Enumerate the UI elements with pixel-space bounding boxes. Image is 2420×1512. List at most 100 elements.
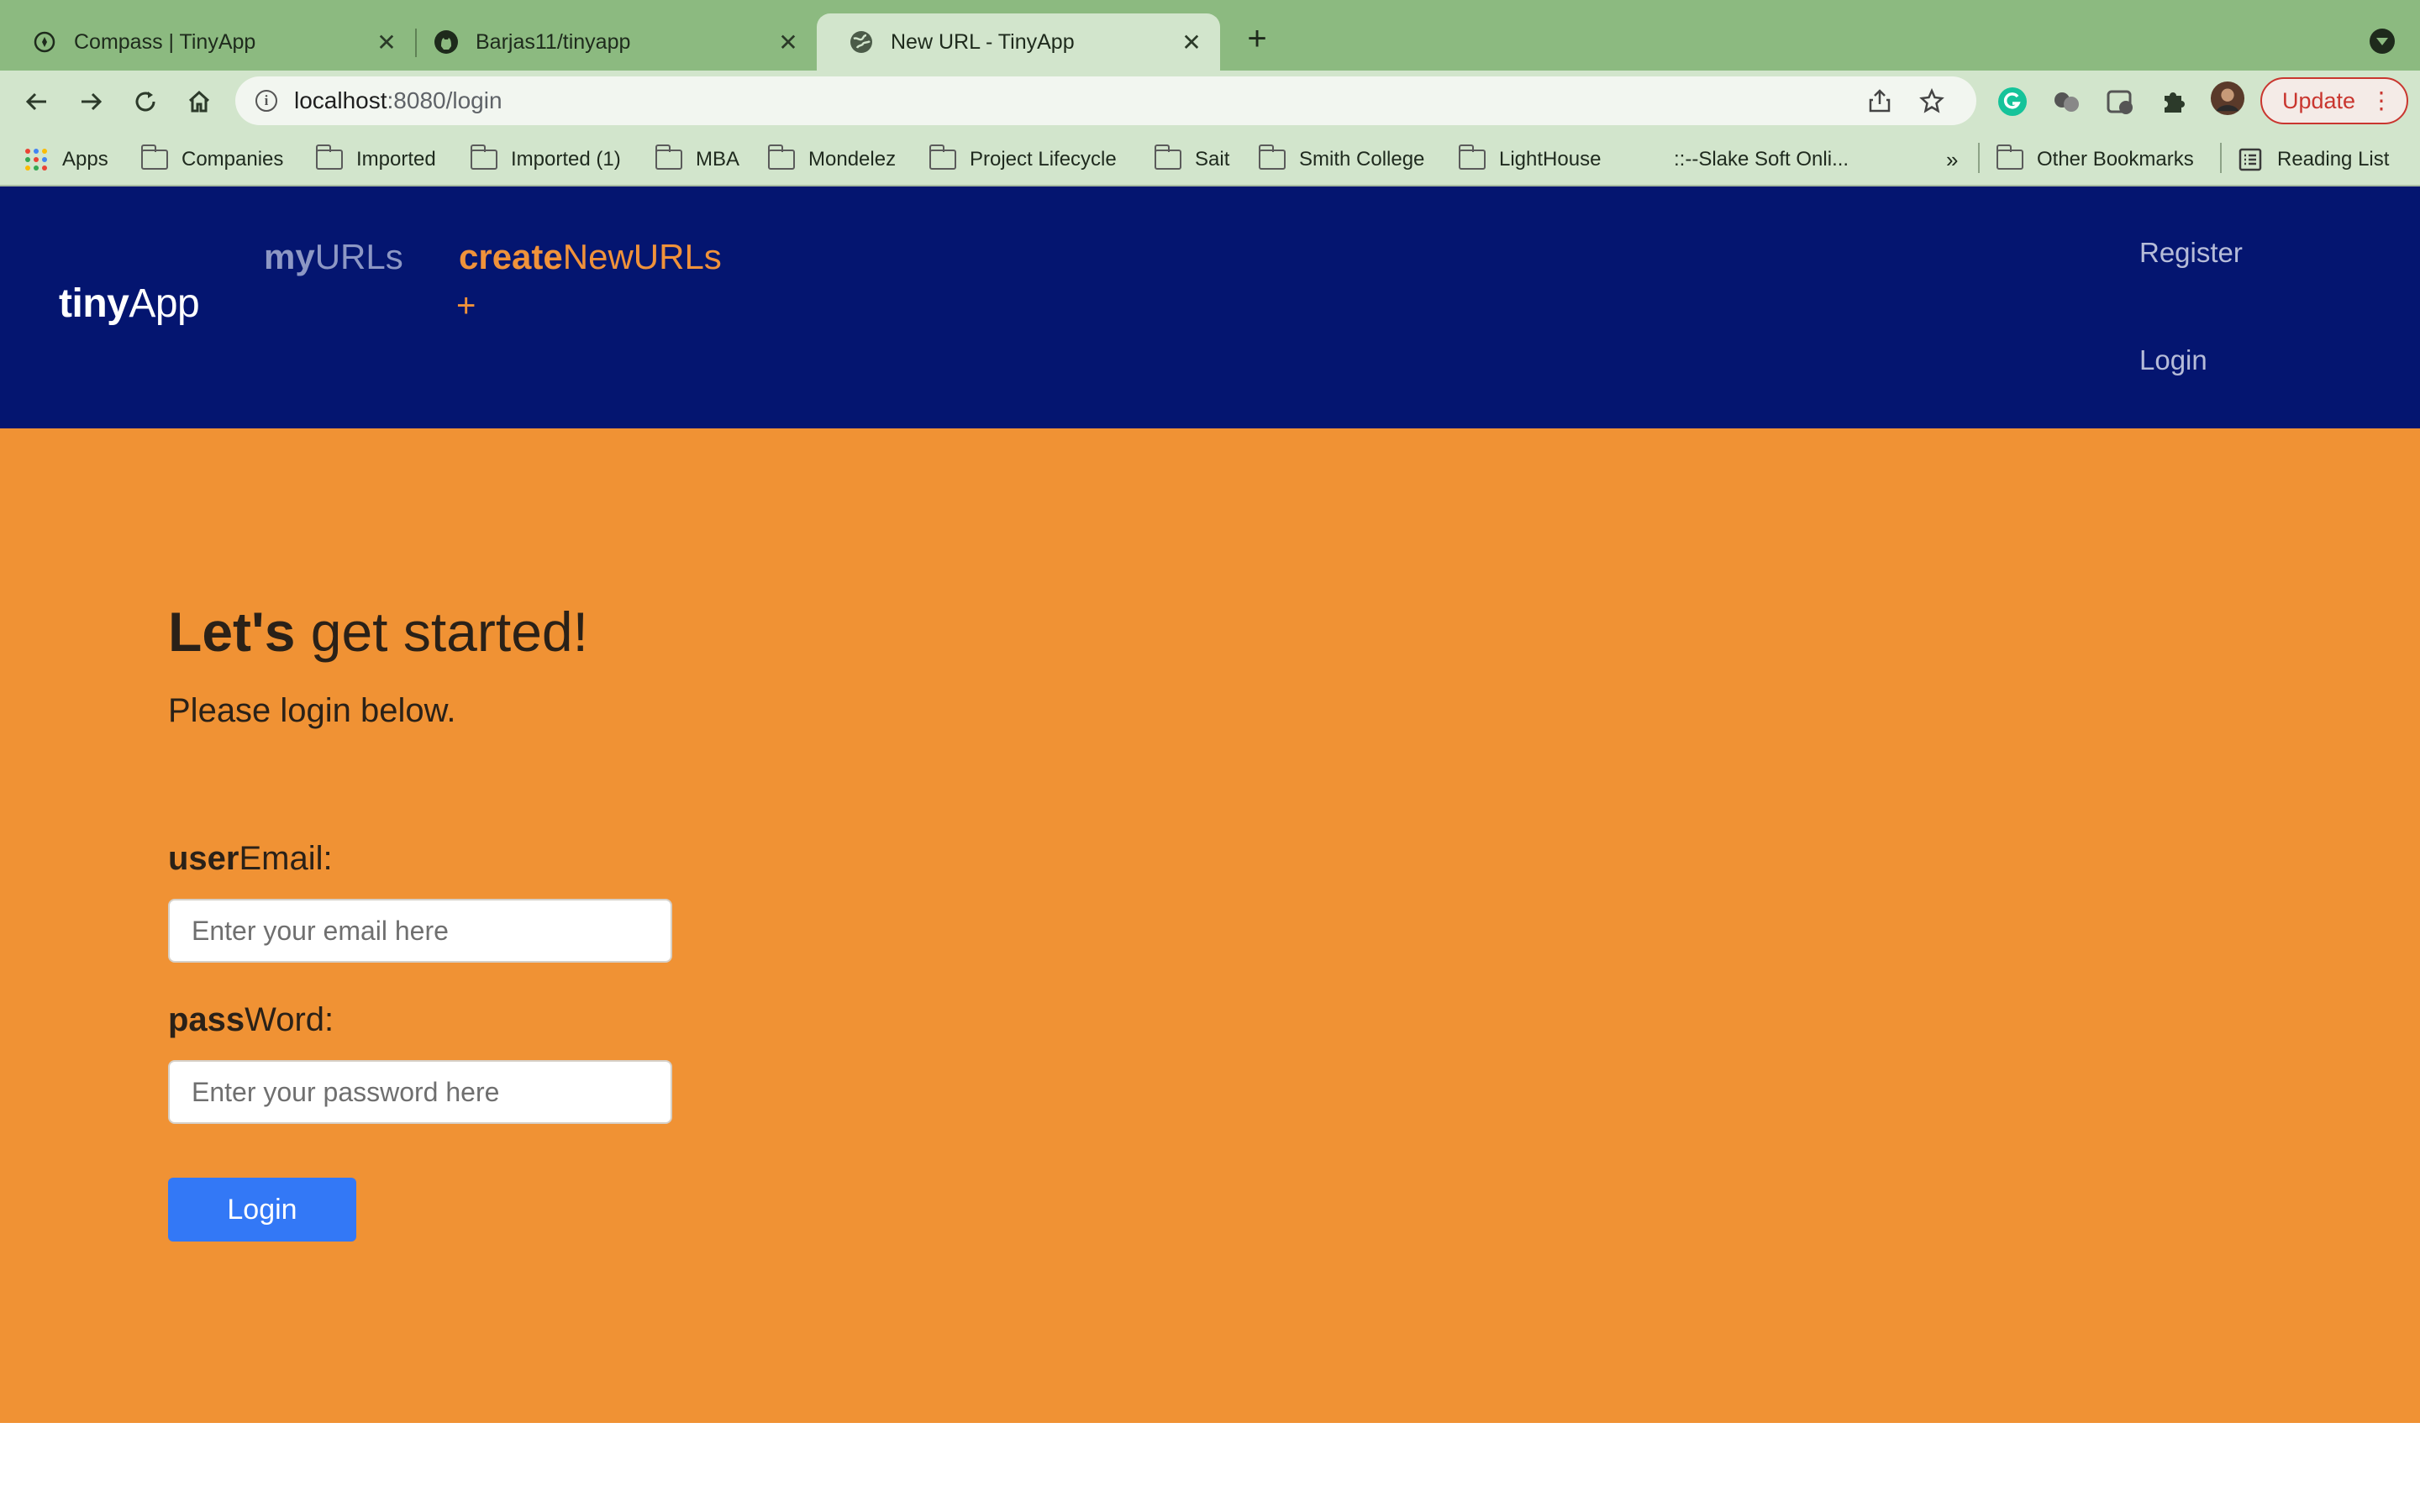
nav-my-urls-bold: my [264,237,315,276]
folder-icon [1259,144,1286,170]
compass-icon [32,29,57,55]
info-icon[interactable]: i [255,90,277,112]
folder-icon [471,144,497,170]
reading-list-button[interactable]: Reading List [2238,143,2389,176]
login-button[interactable]: Login [168,1178,356,1242]
browser-tab-bar: Compass | TinyApp ✕ Barjas11/tinyapp ✕ N… [0,0,2420,71]
nav-create-rest: NewURLs [562,237,722,276]
bookmark-label: Smith College [1299,148,1425,171]
apps-grid-icon [25,149,47,171]
bookmark-folder[interactable]: Imported (1) [471,143,621,176]
bookmark-folder[interactable]: Smith College [1259,143,1424,176]
bookmark-label: LightHouse [1499,148,1602,171]
browser-toolbar: i localhost:8080/login Update ⋮ [0,71,2420,133]
folder-icon [1996,144,2023,170]
bookmark-folder[interactable]: MBA [655,143,739,176]
bookmark-folder[interactable]: Mondelez [768,143,896,176]
extension-icon[interactable] [2102,84,2138,119]
nav-create-bold: create [459,237,563,276]
nav-create-new-urls[interactable]: createNewURLs [459,237,722,277]
github-icon [434,29,459,55]
bookmark-label: Apps [62,148,108,171]
kebab-menu-icon[interactable]: ⋮ [2370,89,2393,113]
bookmark-folder[interactable]: LightHouse [1459,143,1601,176]
update-button[interactable]: Update ⋮ [2260,77,2408,124]
share-icon[interactable] [1865,87,1894,115]
brand-rest: App [129,281,200,326]
bookmark-label: Imported (1) [511,148,621,171]
url-text: localhost:8080/login [294,87,502,114]
tab-compass[interactable]: Compass | TinyApp ✕ [0,13,415,71]
bookmark-link[interactable]: ::--Slake Soft Onli... [1674,143,1849,176]
update-label: Update [2282,87,2356,113]
tab-search-icon[interactable] [2370,29,2395,54]
bookmark-folder[interactable]: Imported [316,143,436,176]
bookmark-folder-other[interactable]: Other Bookmarks [1996,143,2194,176]
nav-login[interactable]: Login [2139,344,2207,376]
folder-icon [141,144,168,170]
close-icon[interactable]: ✕ [1175,25,1208,59]
password-field[interactable] [168,1060,672,1124]
app-navbar: tinyApp myURLs createNewURLs + Register … [0,186,2420,428]
bookmark-label: Project Lifecycle [970,148,1117,171]
page-title: Let's get started! [168,600,588,664]
tab-title: New URL - TinyApp [891,29,1075,54]
grammarly-icon[interactable] [1995,84,2030,119]
email-field[interactable] [168,899,672,963]
forward-icon[interactable] [72,82,111,121]
bookmarks-overflow-button[interactable]: » [1946,143,1958,176]
bookmark-divider [1978,143,1980,173]
address-bar[interactable]: i localhost:8080/login [235,76,1976,125]
url-path: :8080/login [387,87,502,113]
puzzle-icon[interactable] [2156,84,2191,119]
reading-list-icon [2238,148,2262,171]
page-title-rest: get started! [295,601,588,663]
tab-new-url[interactable]: New URL - TinyApp ✕ [817,13,1220,71]
chevron-double-right-icon: » [1946,146,1959,172]
new-tab-button[interactable]: + [1239,22,1276,59]
folder-icon [1155,144,1181,170]
nav-register[interactable]: Register [2139,237,2243,269]
tab-title: Barjas11/tinyapp [476,29,631,54]
folder-icon [1459,144,1486,170]
login-section: Let's get started! Please login below. u… [0,428,2420,1423]
brand-logo[interactable]: tinyApp [59,281,200,327]
bookmark-apps[interactable]: Apps [25,143,108,176]
bookmark-divider [2220,143,2222,173]
globe-icon [849,29,874,55]
url-host: localhost [294,87,387,113]
page-subtitle: Please login below. [168,692,456,729]
email-label-rest: Email: [239,840,333,877]
bookmark-folder[interactable]: Project Lifecycle [929,143,1117,176]
home-icon[interactable] [180,82,218,121]
bookmark-star-icon[interactable] [1918,87,1946,115]
bookmark-folder[interactable]: Sait [1155,143,1229,176]
close-icon[interactable]: ✕ [771,25,805,59]
password-label-bold: pass [168,1001,245,1038]
folder-icon [655,144,682,170]
folder-icon [316,144,343,170]
nav-my-urls[interactable]: myURLs [264,237,403,277]
avatar[interactable] [2210,81,2245,116]
bookmark-folder[interactable]: Companies [141,143,283,176]
password-label: passWord: [168,1001,334,1039]
bookmark-label: MBA [696,148,740,171]
bookmark-label: Mondelez [808,148,897,171]
plus-icon[interactable]: + [456,287,476,325]
extension-icon[interactable] [2049,84,2084,119]
email-label: userEmail: [168,840,333,878]
page-title-bold: Let's [168,601,296,663]
tab-title: Compass | TinyApp [74,29,256,54]
bookmark-label: Companies [182,148,284,171]
nav-my-urls-rest: URLs [314,237,403,276]
password-label-rest: Word: [245,1001,334,1038]
reload-icon[interactable] [126,82,165,121]
tab-github[interactable]: Barjas11/tinyapp ✕ [402,13,817,71]
back-icon[interactable] [17,82,55,121]
folder-icon [768,144,795,170]
bookmark-label: Imported [356,148,436,171]
folder-icon [929,144,956,170]
bookmark-label: Reading List [2277,148,2390,171]
close-icon[interactable]: ✕ [370,25,403,59]
bookmark-label: Other Bookmarks [2037,148,2194,171]
